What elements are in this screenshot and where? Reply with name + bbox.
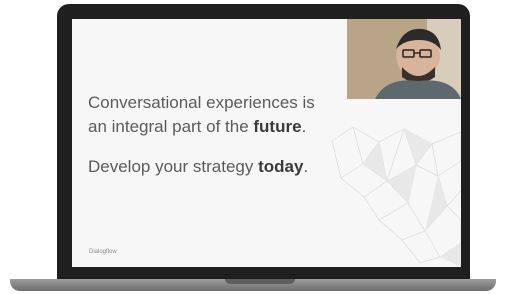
brand-text: Dialogflow	[89, 249, 117, 255]
slide-line-1: Conversational experiences is an integra…	[88, 93, 315, 136]
network-mesh-icon	[331, 126, 461, 267]
person-video-icon	[347, 19, 461, 99]
slide-screen: Conversational experiences is an integra…	[72, 19, 461, 267]
laptop-notch	[225, 279, 295, 284]
slide-text: Conversational experiences is an integra…	[88, 91, 368, 195]
presentation-view: Conversational experiences is an integra…	[0, 0, 509, 294]
slide-line-2: Develop your strategy today.	[88, 157, 309, 176]
